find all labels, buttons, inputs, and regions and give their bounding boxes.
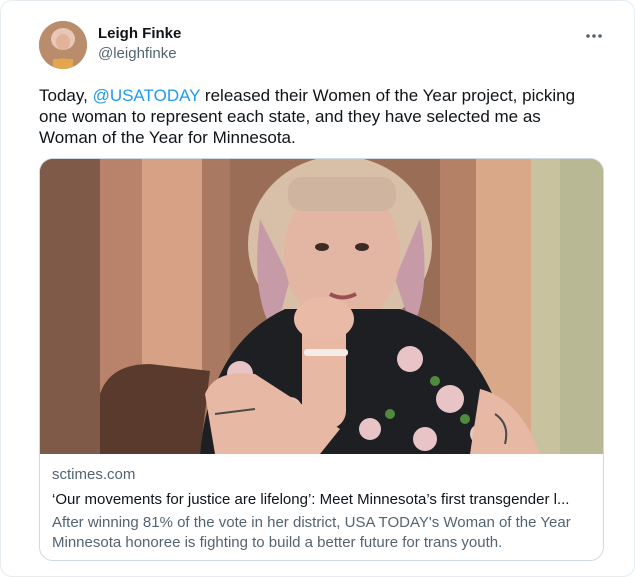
display-name[interactable]: Leigh Finke [98, 25, 181, 43]
tweet-text-start: Today, [39, 86, 93, 105]
mention-link[interactable]: @USATODAY [93, 86, 201, 105]
tweet-card: Leigh Finke @leighfinke Today, @USATODAY… [0, 0, 635, 577]
link-preview-card[interactable]: sctimes.com ‘Our movements for justice a… [39, 158, 604, 561]
card-image[interactable] [40, 159, 603, 454]
card-domain: sctimes.com [52, 466, 136, 483]
user-handle[interactable]: @leighfinke [98, 45, 177, 63]
more-horizontal-icon [586, 34, 602, 38]
card-description: After winning 81% of the vote in her dis… [52, 514, 571, 551]
tweet-text: Today, @USATODAY released their Women of… [39, 85, 599, 148]
card-meta: sctimes.com ‘Our movements for justice a… [52, 465, 592, 553]
card-title[interactable]: ‘Our movements for justice are lifelong’… [52, 490, 592, 510]
more-options-button[interactable] [579, 21, 609, 51]
avatar[interactable] [39, 21, 87, 69]
